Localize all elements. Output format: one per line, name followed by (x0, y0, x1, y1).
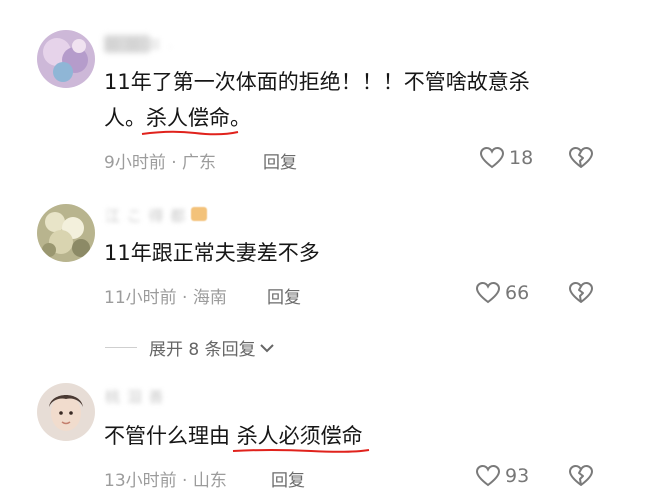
timestamp: 9小时前 (104, 153, 166, 173)
like-count: 18 (509, 147, 534, 169)
username-emoji (191, 207, 207, 221)
broken-heart-icon (569, 465, 593, 486)
comment-meta: 9小时前 · 广东 (104, 148, 216, 173)
avatar[interactable] (37, 204, 95, 262)
username[interactable]: 桃 泪 善 (105, 386, 165, 407)
heart-outline-icon (479, 146, 505, 169)
like-button[interactable]: 93 (475, 464, 529, 488)
dislike-button[interactable] (568, 281, 594, 309)
reply-button[interactable]: 回复 (263, 148, 297, 173)
dislike-button[interactable] (568, 146, 594, 174)
username[interactable]: ■ ■ ■ . (105, 34, 174, 52)
like-count: 66 (505, 282, 530, 304)
underline-mark (232, 449, 369, 453)
dislike-button[interactable] (568, 464, 594, 492)
meta-separator: · (182, 288, 193, 308)
comment-text-line2: 人。杀人偿命。 (104, 100, 624, 136)
like-button[interactable]: 66 (475, 281, 529, 305)
heart-outline-icon (475, 464, 501, 487)
comment-meta: 13小时前 · 山东 (104, 466, 227, 491)
expand-replies-button[interactable]: 展开 8 条回复 (105, 335, 275, 360)
location: 山东 (192, 471, 227, 491)
comment-text: 不管什么理由 杀人必须偿命 (104, 418, 369, 454)
meta-separator: · (171, 153, 183, 173)
location: 广东 (182, 153, 217, 173)
comment-3: 桃 泪 善 不管什么理由 杀人必须偿命 13小时前 · 山东 回复 93 (0, 378, 660, 494)
like-button[interactable]: 18 (479, 146, 533, 170)
comment-text: 11年了第一次体面的拒绝！！！不管啥故意杀 人。杀人偿命。 (104, 64, 624, 136)
location: 海南 (192, 288, 227, 308)
comment-2: 江 こ 得 都 11年跟正常夫妻差不多 11小时前 · 海南 回复 66 (0, 195, 660, 315)
reply-button[interactable]: 回复 (271, 466, 305, 491)
username[interactable]: 江 こ 得 都 (105, 205, 186, 226)
comment-text-line1: 11年了第一次体面的拒绝！！！不管啥故意杀 (104, 70, 530, 94)
timestamp: 11小时前 (104, 288, 177, 308)
comment-1: ■ ■ ■ . 11年了第一次体面的拒绝！！！不管啥故意杀 人。杀人偿命。 9小… (0, 0, 660, 190)
timestamp: 13小时前 (104, 471, 177, 491)
chevron-down-icon (259, 343, 274, 352)
underline-mark (141, 130, 239, 136)
avatar[interactable] (37, 383, 95, 441)
reply-button[interactable]: 回复 (267, 283, 301, 308)
like-count: 93 (505, 465, 530, 487)
highlighted-phrase: 杀人偿命 (141, 100, 239, 136)
highlighted-phrase: 杀人必须偿命 (232, 418, 369, 454)
expand-replies-label: 展开 8 条回复 (149, 340, 256, 360)
heart-outline-icon (475, 281, 501, 304)
broken-heart-icon (569, 282, 593, 303)
comment-text: 11年跟正常夫妻差不多 (104, 241, 320, 265)
avatar[interactable] (37, 30, 95, 88)
comment-meta: 11小时前 · 海南 (104, 283, 227, 308)
divider-line (105, 347, 137, 348)
broken-heart-icon (569, 147, 593, 168)
meta-separator: · (182, 471, 193, 491)
